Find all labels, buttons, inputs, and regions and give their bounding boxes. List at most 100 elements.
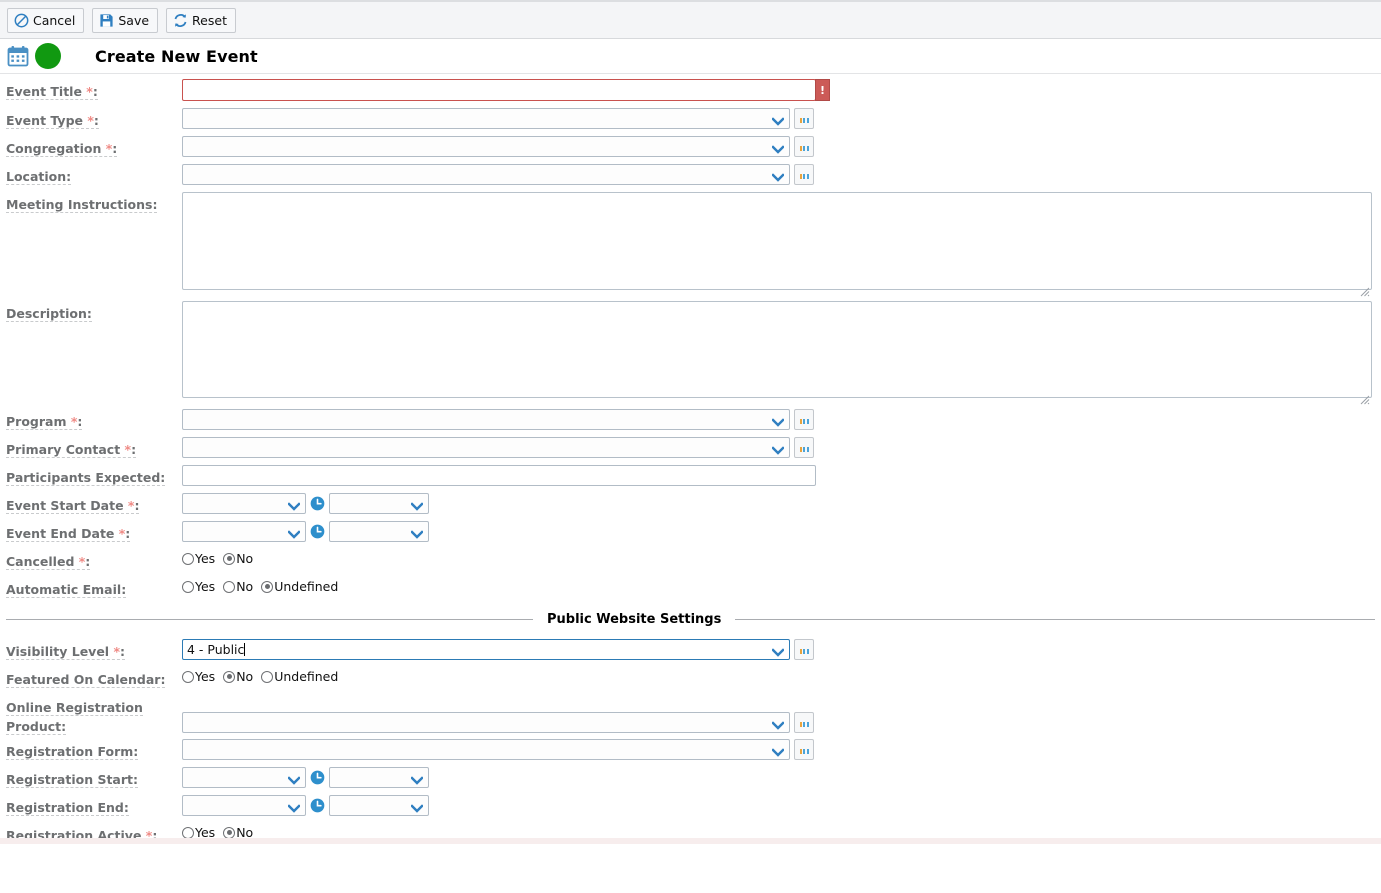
radio-label: Yes [195, 669, 216, 684]
featured-radio-yes[interactable]: Yes [182, 669, 215, 684]
automatic-email-radio-undefined[interactable]: Undefined [261, 579, 338, 594]
field-row-program: Program *: [0, 409, 1381, 430]
primary-contact-select[interactable] [182, 437, 790, 458]
label-featured-on-calendar: Featured On Calendar: [6, 672, 166, 688]
label-text: Event End Date [6, 526, 115, 541]
label-text: Description [6, 306, 87, 321]
registration-start-date-select[interactable] [182, 767, 306, 788]
label-primary-contact: Primary Contact *: [6, 442, 137, 458]
cancelled-radio-no[interactable]: No [223, 551, 253, 566]
automatic-email-radio-no[interactable]: No [223, 579, 253, 594]
event-end-time-select[interactable] [329, 521, 429, 542]
field-row-registration-form: Registration Form: [0, 739, 1381, 760]
label-registration-end: Registration End: [6, 800, 129, 816]
location-lookup-button[interactable] [794, 164, 814, 185]
save-icon [99, 13, 114, 28]
label-text: Registration End [6, 800, 124, 815]
description-textarea[interactable] [182, 301, 1372, 398]
radio-circle-icon [182, 670, 194, 683]
program-lookup-button[interactable] [794, 409, 814, 430]
field-row-event-end-date: Event End Date *: [0, 521, 1381, 542]
label-event-title: Event Title *: [6, 84, 98, 100]
field-row-meeting-instructions: Meeting Instructions: [0, 192, 1381, 297]
radio-label: Yes [195, 551, 216, 566]
visibility-level-value: 4 - Public [187, 642, 245, 657]
automatic-email-radio-yes[interactable]: Yes [182, 579, 215, 594]
chevron-down-icon [771, 415, 785, 427]
field-row-visibility-level: Visibility Level *: 4 - Public [0, 639, 1381, 660]
cancel-icon [14, 13, 29, 28]
automatic-email-radio-group: Yes No Undefined [182, 577, 338, 594]
radio-circle-icon [223, 670, 236, 683]
participants-expected-input[interactable] [182, 465, 816, 486]
visibility-level-select[interactable]: 4 - Public [182, 639, 790, 660]
featured-radio-undefined[interactable]: Undefined [261, 669, 338, 684]
location-select[interactable] [182, 164, 790, 185]
save-button[interactable]: Save [92, 7, 159, 33]
radio-label: No [236, 551, 254, 566]
field-row-registration-start: Registration Start: [0, 767, 1381, 788]
field-row-participants-expected: Participants Expected: [0, 465, 1381, 486]
label-meeting-instructions: Meeting Instructions: [6, 197, 158, 213]
label-text: Event Title [6, 84, 82, 99]
registration-start-time-select[interactable] [329, 767, 429, 788]
radio-circle-icon [261, 670, 274, 683]
featured-radio-no[interactable]: No [223, 669, 253, 684]
label-cancelled: Cancelled *: [6, 554, 91, 570]
field-row-congregation: Congregation *: [0, 136, 1381, 157]
event-type-select[interactable] [182, 108, 790, 129]
registration-form-lookup-button[interactable] [794, 739, 814, 760]
label-text: Cancelled [6, 554, 75, 569]
reset-button[interactable]: Reset [166, 7, 236, 33]
label-text: Registration Form [6, 744, 134, 759]
chevron-down-icon [287, 801, 301, 813]
event-end-date-select[interactable] [182, 521, 306, 542]
label-text: Automatic Email [6, 582, 122, 597]
label-automatic-email: Automatic Email: [6, 582, 127, 598]
event-title-input[interactable] [182, 79, 816, 101]
field-row-event-start-date: Event Start Date *: [0, 493, 1381, 514]
registration-end-date-select[interactable] [182, 795, 306, 816]
label-text: Location [6, 169, 67, 184]
label-text: Featured On Calendar [6, 672, 161, 687]
radio-circle-icon [223, 826, 236, 839]
cancelled-radio-yes[interactable]: Yes [182, 551, 215, 566]
clock-icon[interactable] [310, 798, 325, 813]
online-registration-product-select[interactable] [182, 712, 790, 733]
label-event-end-date: Event End Date *: [6, 526, 131, 542]
congregation-lookup-button[interactable] [794, 136, 814, 157]
primary-contact-lookup-button[interactable] [794, 437, 814, 458]
divider-line-left [6, 619, 533, 620]
registration-form-select[interactable] [182, 739, 790, 760]
field-row-event-type: Event Type *: [0, 108, 1381, 129]
label-text: Event Type [6, 113, 84, 128]
meeting-instructions-textarea[interactable] [182, 192, 1372, 290]
radio-circle-icon [261, 580, 274, 593]
online-registration-product-lookup-button[interactable] [794, 712, 814, 733]
field-row-description: Description: [0, 301, 1381, 405]
registration-end-time-select[interactable] [329, 795, 429, 816]
event-start-date-select[interactable] [182, 493, 306, 514]
congregation-select[interactable] [182, 136, 790, 157]
clock-icon[interactable] [310, 770, 325, 785]
required-asterisk: * [120, 442, 132, 457]
chevron-down-icon [287, 499, 301, 511]
radio-label: Undefined [274, 579, 339, 594]
chevron-down-icon [410, 527, 424, 539]
chevron-down-icon [771, 718, 785, 730]
field-row-primary-contact: Primary Contact *: [0, 437, 1381, 458]
program-select[interactable] [182, 409, 790, 430]
label-text: Program [6, 414, 67, 429]
clock-icon[interactable] [310, 524, 325, 539]
event-type-lookup-button[interactable] [794, 108, 814, 129]
cancelled-radio-group: Yes No [182, 549, 253, 566]
label-text: Online Registration Product: [6, 700, 143, 735]
visibility-level-lookup-button[interactable] [794, 639, 814, 660]
field-row-location: Location: [0, 164, 1381, 185]
radio-label: No [236, 669, 254, 684]
event-start-time-select[interactable] [329, 493, 429, 514]
clock-icon[interactable] [310, 496, 325, 511]
cancel-button[interactable]: Cancel [7, 7, 85, 33]
required-asterisk: * [123, 498, 135, 513]
radio-circle-icon [223, 552, 236, 565]
